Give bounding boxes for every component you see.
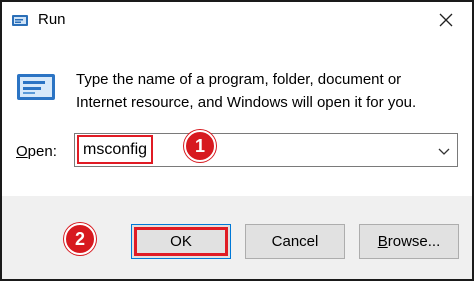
browse-accesskey: B (377, 233, 388, 250)
run-app-icon (12, 15, 28, 26)
browse-button-label: Browse... (378, 233, 441, 250)
close-icon (439, 13, 453, 27)
cancel-button[interactable]: Cancel (245, 224, 345, 259)
open-combobox[interactable]: msconfig (74, 133, 458, 167)
ok-highlight-box (134, 227, 228, 256)
description-line-2: Internet resource, and Windows will open… (76, 94, 417, 111)
browse-label-rest: rowse... (387, 233, 441, 250)
browse-button[interactable]: Browse... (359, 224, 459, 259)
chevron-down-icon[interactable] (437, 144, 451, 158)
description: Type the name of a program, folder, docu… (76, 68, 456, 114)
run-dialog: Run Type the name of a program, folder, … (0, 0, 474, 281)
open-label-accesskey: O (16, 143, 28, 160)
step-1-badge: 1 (184, 130, 216, 162)
title-bar: Run (2, 2, 472, 38)
step-2-badge: 2 (64, 223, 96, 255)
open-input-value[interactable]: msconfig (83, 141, 147, 159)
open-label: Open: (16, 143, 57, 160)
cancel-button-label: Cancel (271, 233, 319, 250)
close-button[interactable] (428, 6, 464, 34)
ok-button[interactable]: OK (131, 224, 231, 259)
description-line-1: Type the name of a program, folder, docu… (76, 71, 402, 88)
run-dialog-icon (17, 74, 55, 100)
window-title: Run (38, 11, 66, 28)
open-label-rest: pen: (27, 143, 57, 160)
